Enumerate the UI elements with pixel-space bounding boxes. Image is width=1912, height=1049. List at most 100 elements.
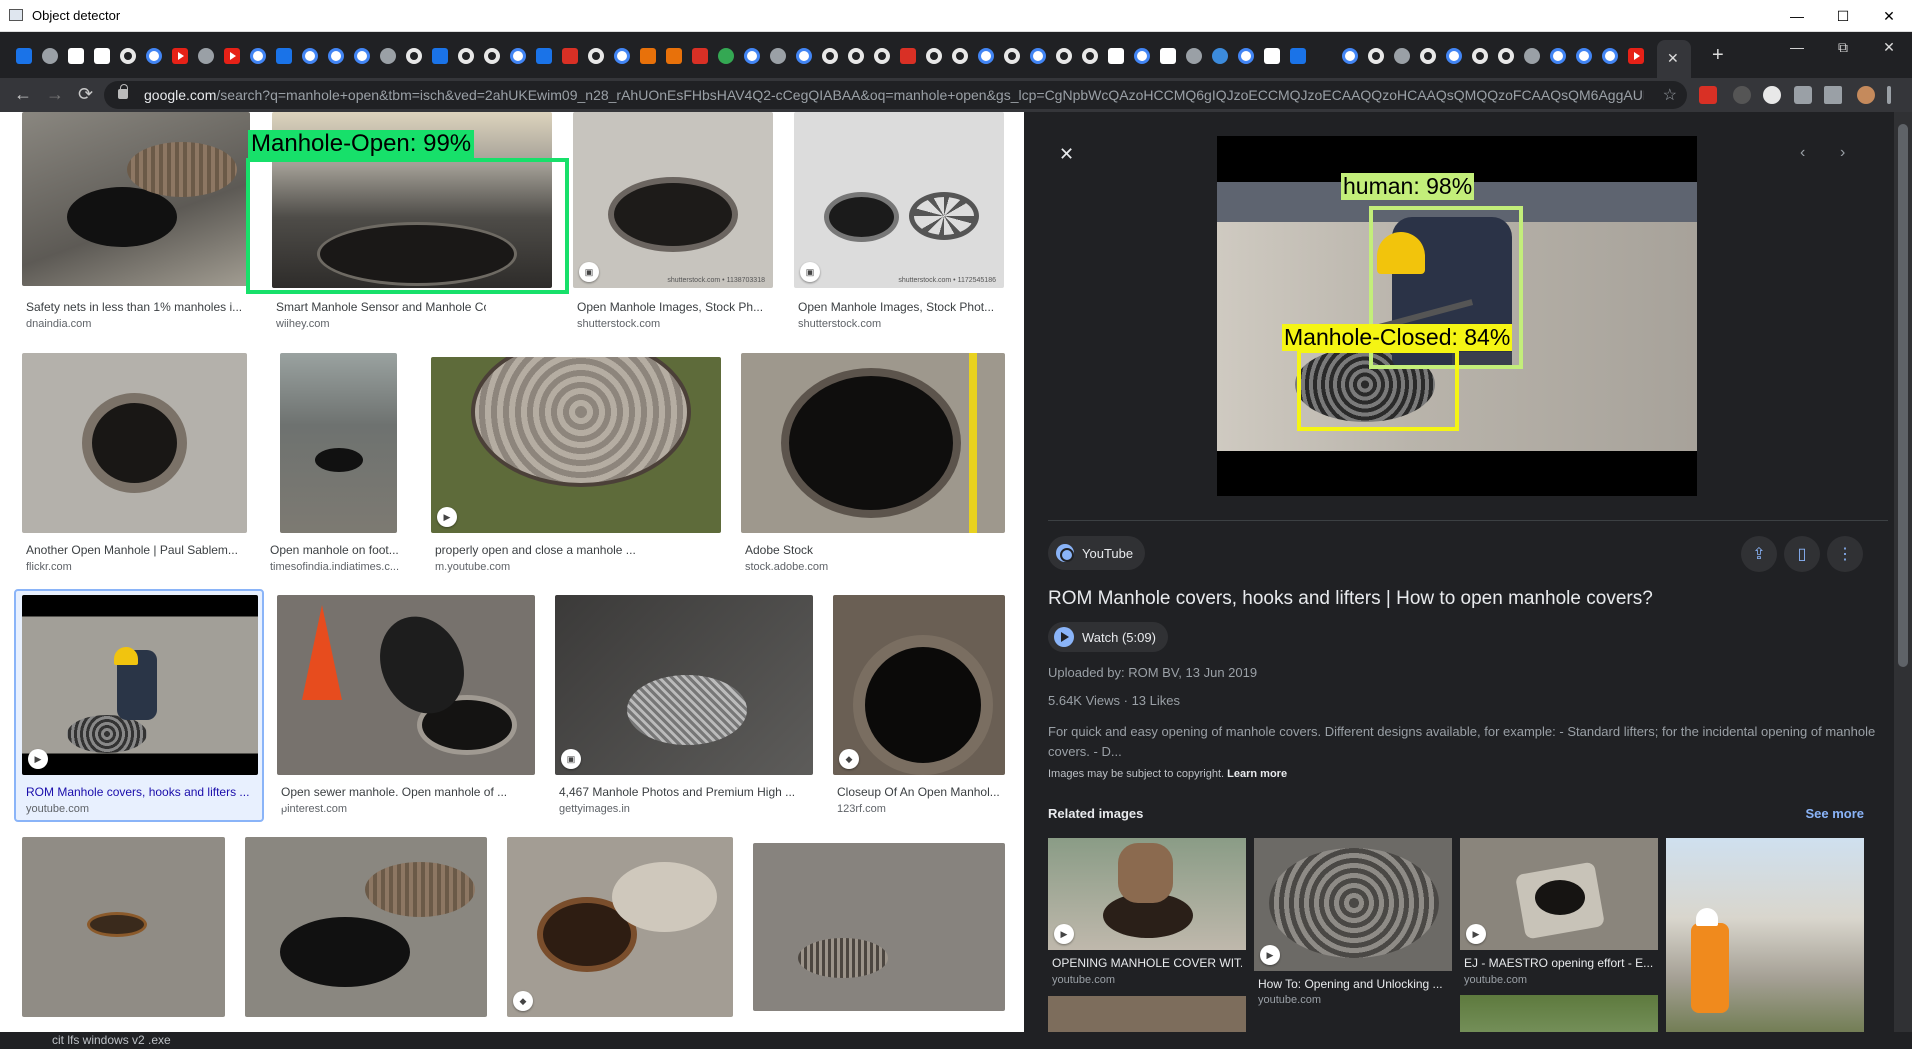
google-tab-icon[interactable] <box>1576 48 1592 64</box>
page-title[interactable]: ROM Manhole covers, hooks and lifters | … <box>1048 588 1653 610</box>
github-tab-icon[interactable] <box>926 48 942 64</box>
google-tab-icon[interactable] <box>146 48 162 64</box>
result-thumbnail[interactable] <box>245 837 487 1017</box>
browser-close-button[interactable]: ✕ <box>1866 32 1912 62</box>
github-tab-icon[interactable] <box>1082 48 1098 64</box>
related-source[interactable]: youtube.com <box>1464 974 1527 986</box>
puzzle-icon[interactable] <box>1794 86 1812 104</box>
related-title[interactable]: EJ - MAESTRO opening effort - E... <box>1464 956 1654 970</box>
result-source[interactable]: m.youtube.com <box>435 561 510 573</box>
result-title[interactable]: Smart Manhole Sensor and Manhole Cover .… <box>276 300 486 314</box>
tab-favicon[interactable] <box>1186 48 1202 64</box>
media-icon[interactable] <box>1824 86 1842 104</box>
more-vert-icon[interactable]: ⋮ <box>1827 536 1863 572</box>
tab-favicon[interactable] <box>68 48 84 64</box>
result-title[interactable]: Closeup Of An Open Manhol... <box>837 785 1005 799</box>
youtube-tab-icon[interactable] <box>1628 48 1644 64</box>
tab-favicon[interactable] <box>562 48 578 64</box>
github-tab-icon[interactable] <box>1368 48 1384 64</box>
result-title[interactable]: Adobe Stock <box>745 543 995 557</box>
result-source[interactable]: dnaindia.com <box>26 318 91 330</box>
github-tab-icon[interactable] <box>484 48 500 64</box>
result-title[interactable]: Open Manhole Images, Stock Ph... <box>577 300 772 314</box>
google-tab-icon[interactable] <box>1134 48 1150 64</box>
result-thumbnail[interactable] <box>280 353 397 533</box>
google-tab-icon[interactable] <box>978 48 994 64</box>
outlook-tab-icon[interactable] <box>16 48 32 64</box>
stackoverflow-tab-icon[interactable] <box>640 48 656 64</box>
active-tab[interactable]: ✕ <box>1657 40 1691 78</box>
result-thumbnail[interactable]: ◆ <box>507 837 733 1017</box>
result-title[interactable]: 4,467 Manhole Photos and Premium High ..… <box>559 785 809 799</box>
result-title[interactable]: Open sewer manhole. Open manhole of ... <box>281 785 521 799</box>
browser-minimize-button[interactable]: — <box>1774 32 1820 62</box>
chevron-left-icon[interactable]: ‹ <box>1800 144 1805 162</box>
tab-favicon[interactable] <box>900 48 916 64</box>
result-thumbnail[interactable]: ▣ shutterstock.com • 1172545186 <box>794 112 1004 288</box>
scrollbar[interactable] <box>1894 112 1912 1032</box>
tab-favicon[interactable] <box>718 48 734 64</box>
related-title[interactable]: OPENING MANHOLE COVER WIT... <box>1052 956 1242 970</box>
bookmark-star-icon[interactable]: ☆ <box>1663 85 1677 105</box>
extension-icon[interactable] <box>1733 86 1751 104</box>
result-title[interactable]: Another Open Manhole | Paul Sablem... <box>26 543 248 557</box>
result-thumbnail[interactable]: ▣ shutterstock.com • 1138703318 <box>573 112 773 288</box>
result-source[interactable]: shutterstock.com <box>798 318 881 330</box>
share-icon[interactable]: ⇪ <box>1741 536 1777 572</box>
google-tab-icon[interactable] <box>614 48 630 64</box>
result-source[interactable]: pinterest.com <box>281 803 347 815</box>
result-source[interactable]: stock.adobe.com <box>745 561 828 573</box>
result-source[interactable]: timesofindia.indiatimes.c... <box>270 561 410 573</box>
preview-image[interactable]: human: 98% Manhole-Closed: 84% <box>1217 136 1697 496</box>
lock-icon[interactable] <box>118 84 128 99</box>
google-tab-icon[interactable] <box>1550 48 1566 64</box>
stackoverflow-tab-icon[interactable] <box>666 48 682 64</box>
minimize-button[interactable]: — <box>1774 0 1820 32</box>
related-thumbnail[interactable]: ▶ <box>1460 838 1658 950</box>
result-thumbnail[interactable]: ▣ <box>555 595 813 775</box>
result-source[interactable]: shutterstock.com <box>577 318 660 330</box>
address-bar[interactable]: google.com/search?q=manhole+open&tbm=isc… <box>104 81 1687 109</box>
result-thumbnail[interactable] <box>277 595 535 775</box>
result-source[interactable]: wiihey.com <box>276 318 330 330</box>
tab-favicon[interactable] <box>1108 48 1124 64</box>
result-source[interactable]: 123rf.com <box>837 803 886 815</box>
scrollbar-thumb[interactable] <box>1898 124 1908 667</box>
github-tab-icon[interactable] <box>1420 48 1436 64</box>
tab-favicon[interactable] <box>1264 48 1280 64</box>
result-thumbnail[interactable] <box>22 353 247 533</box>
result-thumbnail[interactable]: ◆ <box>833 595 1005 775</box>
extension-icon[interactable] <box>1763 86 1781 104</box>
google-tab-icon[interactable] <box>1602 48 1618 64</box>
google-tab-icon[interactable] <box>328 48 344 64</box>
see-more-link[interactable]: See more <box>1805 806 1864 821</box>
back-button[interactable]: ← <box>14 84 32 105</box>
tab-favicon[interactable] <box>1394 48 1410 64</box>
avatar[interactable] <box>1857 86 1875 104</box>
tab-favicon[interactable] <box>42 48 58 64</box>
google-tab-icon[interactable] <box>250 48 266 64</box>
watch-button[interactable]: Watch (5:09) <box>1048 622 1168 652</box>
youtube-tab-icon[interactable] <box>172 48 188 64</box>
extension-icon[interactable] <box>1699 86 1717 104</box>
google-tab-icon[interactable] <box>796 48 812 64</box>
google-tab-icon[interactable] <box>302 48 318 64</box>
medium-tab-icon[interactable] <box>1160 48 1176 64</box>
related-thumbnail[interactable]: ▶ <box>1254 838 1452 971</box>
tab-favicon[interactable] <box>380 48 396 64</box>
github-tab-icon[interactable] <box>1472 48 1488 64</box>
tab-favicon[interactable] <box>198 48 214 64</box>
result-title[interactable]: Safety nets in less than 1% manholes i..… <box>26 300 248 314</box>
google-tab-icon[interactable] <box>744 48 760 64</box>
tab-favicon[interactable] <box>94 48 110 64</box>
google-tab-icon[interactable] <box>1342 48 1358 64</box>
related-thumbnail[interactable]: ▶ <box>1048 838 1246 950</box>
maximize-button[interactable]: ☐ <box>1820 0 1866 32</box>
tab-favicon[interactable] <box>1524 48 1540 64</box>
bookmark-icon[interactable]: ▯ <box>1784 536 1820 572</box>
result-thumbnail[interactable] <box>22 112 250 286</box>
source-chip[interactable]: YouTube <box>1048 536 1146 570</box>
github-tab-icon[interactable] <box>120 48 136 64</box>
github-tab-icon[interactable] <box>406 48 422 64</box>
google-tab-icon[interactable] <box>510 48 526 64</box>
